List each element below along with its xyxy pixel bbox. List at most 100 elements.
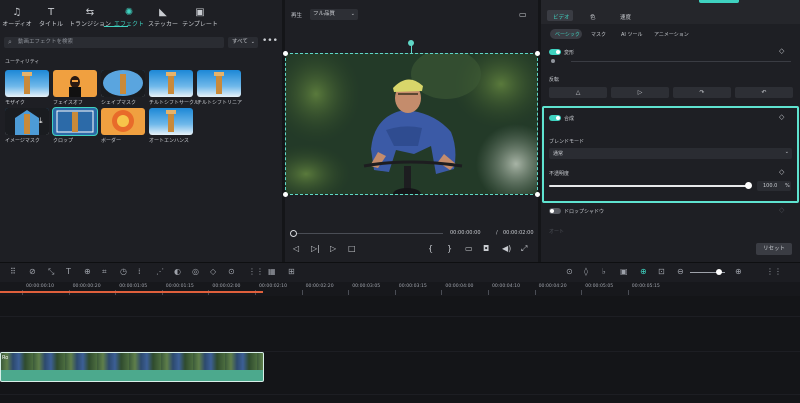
zoom-icon[interactable]: ⊕ bbox=[84, 267, 91, 277]
prev-frame-icon[interactable]: ◁ bbox=[293, 244, 299, 253]
play-icon[interactable]: ▷ bbox=[330, 244, 336, 253]
mark-in-icon[interactable]: { bbox=[428, 244, 433, 253]
effect-label: クロップ bbox=[53, 138, 74, 144]
audio-stretch-icon[interactable]: ⋰ bbox=[156, 267, 164, 277]
opacity-slider-knob[interactable] bbox=[745, 182, 752, 189]
subtab-basic[interactable]: ベーシック bbox=[555, 31, 580, 38]
quality-dropdown[interactable]: フル品質 ⌄ bbox=[310, 9, 358, 20]
layout-grid-icon[interactable]: ⠿ bbox=[10, 267, 16, 277]
flip-vertical-button[interactable]: △ bbox=[549, 87, 607, 98]
razor-icon[interactable]: ⊘ bbox=[29, 267, 36, 277]
flip-horizontal-button[interactable]: ▷ bbox=[611, 87, 669, 98]
effect-thumbnail[interactable] bbox=[53, 70, 97, 97]
timer-icon[interactable]: ◷ bbox=[120, 267, 127, 277]
zoom-slider-knob[interactable] bbox=[716, 269, 722, 275]
adjust-icon[interactable]: ⁞ bbox=[138, 267, 141, 277]
download-icon[interactable]: ⤓ bbox=[39, 116, 43, 126]
display-icon[interactable]: ▭ bbox=[465, 244, 473, 253]
video-clip[interactable]: Ro bbox=[0, 352, 264, 382]
effect-label: モザイク bbox=[5, 100, 25, 106]
rotate-right-button[interactable]: ↷ bbox=[673, 87, 731, 98]
color-icon[interactable]: ◐ bbox=[174, 267, 181, 277]
blend-mode-dropdown[interactable]: 通常 ⌄ bbox=[549, 148, 792, 159]
resize-handle-tl[interactable] bbox=[283, 51, 288, 56]
opacity-value: 100.0 bbox=[763, 183, 778, 189]
resize-handle-br[interactable] bbox=[535, 192, 540, 197]
accent-tab-indicator bbox=[699, 0, 739, 3]
shield-icon[interactable]: ◊ bbox=[584, 267, 588, 277]
keyframe-diamond-icon[interactable]: ◇ bbox=[779, 206, 784, 214]
opacity-input[interactable]: 100.0 % bbox=[757, 181, 791, 191]
subtab-mask[interactable]: マスク bbox=[591, 31, 606, 38]
time-total: 00:00:02:00 bbox=[503, 230, 534, 236]
collapsed-slider-knob[interactable] bbox=[551, 59, 555, 63]
effect-thumbnail[interactable] bbox=[101, 108, 145, 135]
tab-speed[interactable]: 速度 bbox=[620, 13, 631, 21]
ruler-tick bbox=[534, 290, 536, 295]
faded-label: オート bbox=[549, 229, 565, 235]
fullscreen-icon[interactable]: ⤢ bbox=[521, 244, 527, 254]
mark-out-icon[interactable]: } bbox=[447, 244, 452, 253]
effect-thumbnail[interactable] bbox=[52, 107, 98, 136]
step-back-icon[interactable]: ▷| bbox=[311, 244, 320, 253]
rotate-left-button[interactable]: ↶ bbox=[735, 87, 793, 98]
preview-scrubber[interactable] bbox=[293, 233, 443, 234]
subtab-ai-tools[interactable]: AI ツール bbox=[621, 31, 643, 38]
ruler-tick-label: 00:00:03:15 bbox=[398, 284, 427, 289]
ruler-tick-label: 00:00:02:00 bbox=[212, 284, 241, 289]
resize-handle-tr[interactable] bbox=[535, 51, 540, 56]
active-tab-underline bbox=[104, 26, 128, 27]
snapshot-icon[interactable]: ▭ bbox=[519, 10, 527, 19]
transform-toggle[interactable] bbox=[549, 49, 561, 55]
dropshadow-label: ドロップシャドウ bbox=[564, 209, 605, 215]
scrubber-knob[interactable] bbox=[290, 230, 297, 237]
more-grid-icon[interactable]: ⋮⋮ bbox=[766, 267, 782, 277]
camera-icon[interactable]: ◘ bbox=[483, 244, 489, 253]
effect-thumbnail[interactable] bbox=[5, 70, 49, 97]
zoom-out-icon[interactable]: ⊖ bbox=[677, 267, 684, 277]
video-frame[interactable] bbox=[261, 39, 556, 204]
speed-icon[interactable]: ⊙ bbox=[228, 267, 235, 277]
dropshadow-toggle[interactable] bbox=[549, 208, 561, 214]
composite-toggle[interactable] bbox=[549, 115, 561, 121]
effect-thumbnail[interactable] bbox=[149, 70, 193, 97]
effect-label: チルトシフトリニア bbox=[197, 100, 243, 106]
keyframe-diamond-icon[interactable]: ◇ bbox=[779, 113, 784, 121]
zoom-fit-icon[interactable]: ⊡ bbox=[658, 267, 665, 277]
timeline-ruler[interactable]: 00:00:00:10 00:00:00:20 00:00:01:05 00:00:0… bbox=[0, 282, 800, 296]
motion-track-icon[interactable]: ◎ bbox=[192, 267, 199, 277]
mask-icon[interactable]: ▦ bbox=[268, 267, 276, 277]
snapshot-icon[interactable]: ▣ bbox=[620, 267, 628, 277]
trim-icon[interactable]: ⤡ bbox=[48, 267, 54, 277]
stop-icon[interactable]: □ bbox=[348, 244, 356, 253]
volume-icon[interactable]: ◀) bbox=[502, 244, 511, 253]
ruler-tick-label: 00:00:01:05 bbox=[119, 284, 148, 289]
ruler-tick-label: 00:00:00:10 bbox=[26, 284, 55, 289]
tab-color[interactable]: 色 bbox=[590, 13, 596, 21]
playback-range-bar bbox=[0, 291, 263, 293]
effect-label: フェイスオフ bbox=[53, 100, 83, 106]
subtab-animation[interactable]: アニメーション bbox=[654, 31, 689, 38]
keyframe-icon[interactable]: ◇ bbox=[210, 267, 216, 277]
effect-thumbnail[interactable] bbox=[101, 70, 145, 97]
crop-icon[interactable]: ⌗ bbox=[102, 267, 107, 277]
snap-icon[interactable]: ⊕ bbox=[640, 267, 647, 277]
ruler-tick bbox=[348, 290, 350, 295]
zoom-in-icon[interactable]: ⊕ bbox=[735, 267, 742, 277]
microphone-icon[interactable]: ♭ bbox=[602, 267, 606, 277]
effect-thumbnail[interactable] bbox=[197, 70, 241, 97]
keyframe-diamond-icon[interactable]: ◇ bbox=[779, 47, 784, 55]
render-icon[interactable]: ⊙ bbox=[566, 267, 573, 277]
export-frame-icon[interactable]: ⊞ bbox=[288, 267, 295, 277]
effect-thumbnail[interactable] bbox=[149, 108, 193, 135]
tab-video[interactable]: ビデオ bbox=[553, 13, 570, 21]
resize-handle-bl[interactable] bbox=[283, 192, 288, 197]
split-icon[interactable]: ⋮⋮ bbox=[248, 267, 264, 277]
keyframe-diamond-icon[interactable]: ◇ bbox=[779, 168, 784, 176]
properties-panel: ビデオ 色 速度 ベーシック マスク AI ツール アニメーション 変形 ◇ 反… bbox=[541, 0, 800, 262]
opacity-slider-track[interactable] bbox=[549, 185, 749, 187]
reset-button[interactable]: リセット bbox=[756, 243, 792, 255]
opacity-label: 不透明度 bbox=[549, 171, 570, 177]
text-icon[interactable]: T bbox=[66, 267, 71, 277]
ruler-tick bbox=[627, 290, 629, 295]
